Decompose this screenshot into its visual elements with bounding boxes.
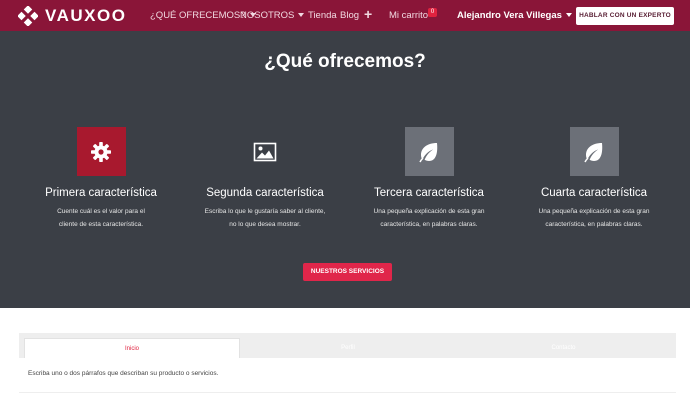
user-menu[interactable]: Alejandro Vera Villegas	[457, 10, 572, 21]
feature-desc-line: Una pequeña explicación de esta gran	[538, 208, 650, 215]
nav-cart[interactable]: Mi carrito	[389, 10, 428, 21]
feature-icon-box	[404, 127, 454, 176]
feature-desc-line: característica, en palabras claras.	[545, 221, 643, 228]
tab-content-text: Escriba uno o dos párrafos que describan…	[28, 370, 219, 377]
tab-perfil[interactable]: Perfil	[240, 338, 456, 358]
nav-item-label: NOSOTROS	[240, 10, 295, 21]
feature-icon-box	[569, 127, 619, 176]
tab-contacto[interactable]: Contacto	[456, 338, 671, 358]
tab-inicio[interactable]: Inicio	[24, 338, 240, 358]
our-services-button[interactable]: NUESTROS SERVICIOS	[303, 263, 392, 281]
feature-title: Primera característica	[45, 187, 157, 199]
feature-description: Una pequeña explicación de esta gran car…	[354, 205, 504, 231]
feature-3: Tercera característica Una pequeña expli…	[354, 127, 504, 231]
logo[interactable]: VAUXOO	[18, 6, 126, 26]
leaf-icon	[584, 142, 603, 162]
add-menu-icon[interactable]: +	[364, 6, 372, 22]
feature-desc-line: no lo que desea mostrar.	[229, 221, 301, 228]
cart-count-badge: 0	[428, 8, 437, 17]
feature-2: Segunda característica Escriba lo que le…	[190, 127, 340, 231]
feature-description: Escriba lo que le gustaría saber al clie…	[190, 205, 340, 231]
feature-title: Segunda característica	[206, 187, 324, 199]
chevron-down-icon	[298, 13, 305, 18]
tab-bar: Inicio Perfil Contacto	[19, 333, 676, 358]
feature-description: Una pequeña explicación de esta gran car…	[519, 205, 669, 231]
divider	[19, 392, 676, 393]
vauxoo-logo-icon	[18, 6, 38, 26]
feature-icon-box	[241, 127, 290, 176]
section-title: ¿Qué ofrecemos?	[264, 51, 426, 72]
talk-to-expert-button[interactable]: HABLAR CON UN EXPERTO	[576, 7, 674, 25]
features-section: ¿Qué ofrecemos? Primera característica C…	[0, 31, 690, 308]
nav-tienda[interactable]: Tienda	[308, 10, 337, 21]
feature-title: Cuarta característica	[540, 187, 648, 199]
feature-desc-line: característica, en palabras claras.	[380, 221, 478, 228]
nav-nosotros[interactable]: NOSOTROS	[240, 10, 305, 21]
nav-blog[interactable]: Blog	[340, 10, 359, 21]
feature-desc-line: Cuente cuál es el valor para el	[57, 208, 145, 215]
top-navbar: VAUXOO ¿QUÉ OFRECEMOS? NOSOTROS Tienda B…	[0, 0, 690, 31]
feature-icon-box	[76, 127, 126, 176]
image-icon	[253, 142, 277, 161]
chevron-down-icon	[565, 13, 572, 18]
feature-desc-line: cliente de esta característica.	[58, 221, 144, 228]
gear-icon	[91, 141, 111, 162]
user-name: Alejandro Vera Villegas	[457, 10, 562, 21]
feature-4: Cuarta característica Una pequeña explic…	[519, 127, 669, 231]
leaf-icon	[419, 142, 438, 162]
feature-title: Tercera característica	[374, 187, 484, 199]
feature-desc-line: Una pequeña explicación de esta gran	[373, 208, 485, 215]
feature-description: Cuente cuál es el valor para el cliente …	[26, 205, 176, 231]
logo-text: VAUXOO	[45, 6, 127, 25]
feature-desc-line: Escriba lo que le gustaría saber al clie…	[204, 208, 326, 215]
feature-1: Primera característica Cuente cuál es el…	[26, 127, 176, 231]
nav-item-label: ¿QUÉ OFRECEMOS?	[150, 10, 246, 21]
tabs-section: Inicio Perfil Contacto Escriba uno o dos…	[19, 333, 676, 395]
